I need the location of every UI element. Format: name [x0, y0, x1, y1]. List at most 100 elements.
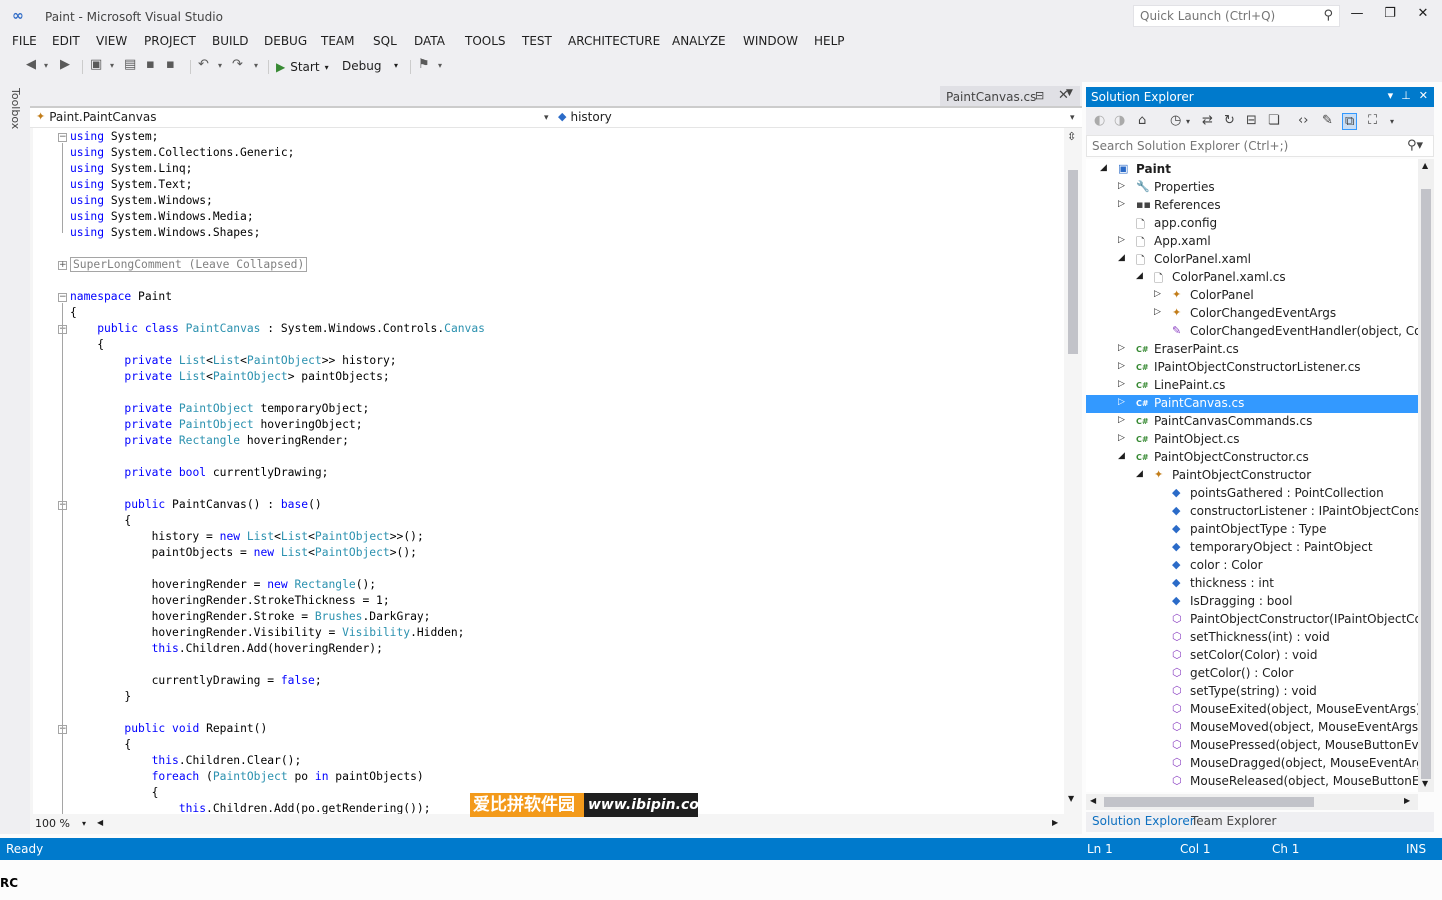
- tree-item[interactable]: ◆ constructorListener : IPaintObjectConst…: [1086, 503, 1418, 521]
- scroll-right-icon[interactable]: ▶: [1404, 796, 1410, 805]
- menu-file[interactable]: FILE: [12, 34, 37, 48]
- new-project-dropdown-icon[interactable]: ▾: [110, 61, 114, 81]
- collapsed-arrow-icon[interactable]: ▷: [1118, 397, 1125, 407]
- code-line[interactable]: {: [70, 514, 131, 530]
- collapsed-arrow-icon[interactable]: ▷: [1118, 379, 1125, 389]
- tree-item[interactable]: ▷ C# PaintObject.cs: [1086, 431, 1418, 449]
- collapsed-arrow-icon[interactable]: ▷: [1154, 289, 1161, 299]
- menu-team[interactable]: TEAM: [321, 34, 354, 48]
- tree-item[interactable]: ▷ ▪▪ References: [1086, 197, 1418, 215]
- collapsed-arrow-icon[interactable]: ▷: [1118, 433, 1125, 443]
- refresh-icon[interactable]: ↻: [1224, 113, 1235, 128]
- tree-item[interactable]: ◢ 🗋 ColorPanel.xaml: [1086, 251, 1418, 269]
- start-debugging-button[interactable]: ▶ Start ▾: [276, 57, 329, 77]
- collapsed-region[interactable]: SuperLongComment (Leave Collapsed): [70, 257, 308, 272]
- code-line[interactable]: public PaintCanvas() : base(): [70, 498, 321, 514]
- undo-dropdown-icon[interactable]: ▾: [218, 61, 222, 81]
- tree-item[interactable]: ◆ paintObjectType : Type: [1086, 521, 1418, 539]
- tree-item[interactable]: ⬡ setColor(Color) : void: [1086, 647, 1418, 665]
- back-icon[interactable]: ◐: [1094, 113, 1105, 128]
- code-line[interactable]: using System.Text;: [70, 178, 192, 194]
- collapsed-arrow-icon[interactable]: ▷: [1118, 199, 1125, 209]
- tree-item[interactable]: ⬡ PaintObjectConstructor(IPaintObjectCons…: [1086, 611, 1418, 629]
- tree-item[interactable]: ⬡ MouseMoved(object, MouseEventArgs) : vo: [1086, 719, 1418, 737]
- expanded-arrow-icon[interactable]: ◢: [1136, 271, 1143, 281]
- code-line[interactable]: {: [70, 738, 131, 754]
- editor-vertical-scrollbar[interactable]: ⇳ ▼: [1064, 128, 1082, 814]
- tree-item[interactable]: ▷ C# PaintCanvasCommands.cs: [1086, 413, 1418, 431]
- zoom-level[interactable]: 100 %: [35, 817, 70, 830]
- solution-explorer-search-input[interactable]: [1087, 136, 1387, 156]
- preview-selected-items-icon[interactable]: ⧉: [1342, 113, 1358, 130]
- tree-item[interactable]: ◢ ✦ PaintObjectConstructor: [1086, 467, 1418, 485]
- scroll-up-icon[interactable]: ▲: [1422, 161, 1428, 170]
- tree-item[interactable]: ▷ C# IPaintObjectConstructorListener.cs: [1086, 359, 1418, 377]
- collapse-region-icon[interactable]: −: [58, 293, 67, 302]
- scroll-left-icon[interactable]: ◀: [97, 818, 103, 827]
- save-icon[interactable]: ▪: [146, 57, 155, 77]
- window-position-dropdown-icon[interactable]: ▾: [1388, 89, 1394, 102]
- menu-build[interactable]: BUILD: [212, 34, 248, 48]
- tree-item[interactable]: ⬡ MouseDragged(object, MouseEventArgs) :: [1086, 755, 1418, 773]
- code-line[interactable]: private PaintObject hoveringObject;: [70, 418, 362, 434]
- code-line[interactable]: private List<List<PaintObject>> history;: [70, 354, 396, 370]
- code-line[interactable]: this.Children.Add(po.getRendering());: [70, 802, 431, 814]
- code-line[interactable]: private Rectangle hoveringRender;: [70, 434, 348, 450]
- menu-tools[interactable]: TOOLS: [465, 34, 506, 48]
- undo-icon[interactable]: ↶: [198, 57, 209, 77]
- close-icon[interactable]: ✕: [1419, 89, 1428, 102]
- redo-icon[interactable]: ↷: [232, 57, 243, 77]
- member-dropdown[interactable]: ◆ history: [558, 110, 1078, 124]
- chevron-down-icon[interactable]: ▾: [544, 113, 549, 123]
- code-line[interactable]: private bool currentlyDrawing;: [70, 466, 328, 482]
- tree-item[interactable]: ◆ temporaryObject : PaintObject: [1086, 539, 1418, 557]
- scroll-thumb[interactable]: [1068, 170, 1078, 354]
- expand-region-icon[interactable]: +: [58, 261, 67, 270]
- collapsed-arrow-icon[interactable]: ▷: [1118, 235, 1125, 245]
- code-line[interactable]: namespace Paint: [70, 290, 172, 306]
- tree-item[interactable]: ⬡ setType(string) : void: [1086, 683, 1418, 701]
- filter-dropdown-icon[interactable]: ▾: [1186, 117, 1190, 126]
- code-line[interactable]: public class PaintCanvas : System.Window…: [70, 322, 485, 338]
- tree-item[interactable]: ◆ pointsGathered : PointCollection: [1086, 485, 1418, 503]
- menu-analyze[interactable]: ANALYZE: [672, 34, 726, 48]
- navigate-back-icon[interactable]: ◀: [26, 57, 36, 77]
- tree-item[interactable]: ◢ C# PaintObjectConstructor.cs: [1086, 449, 1418, 467]
- solution-tree-vertical-scrollbar[interactable]: ▲ ▼: [1418, 159, 1434, 792]
- minimize-button[interactable]: —: [1346, 6, 1368, 26]
- code-line[interactable]: private PaintObject temporaryObject;: [70, 402, 369, 418]
- code-line[interactable]: history = new List<List<PaintObject>>();: [70, 530, 424, 546]
- tree-item[interactable]: ◢ 🗋 ColorPanel.xaml.cs: [1086, 269, 1418, 287]
- collapse-all-icon[interactable]: ⊟: [1246, 113, 1257, 128]
- quick-launch-input[interactable]: [1134, 6, 1304, 26]
- home-icon[interactable]: ⌂: [1138, 113, 1146, 128]
- scroll-left-icon[interactable]: ◀: [1090, 796, 1096, 805]
- chevron-down-icon[interactable]: ▾: [1070, 113, 1075, 123]
- tree-item[interactable]: ⬡ MousePressed(object, MouseButtonEventA: [1086, 737, 1418, 755]
- toolbar-options-icon[interactable]: ▾: [1390, 117, 1394, 126]
- code-line[interactable]: foreach (PaintObject po in paintObjects): [70, 770, 424, 786]
- tab-team-explorer[interactable]: Team Explorer: [1191, 814, 1277, 828]
- tree-item[interactable]: ◆ color : Color: [1086, 557, 1418, 575]
- menu-test[interactable]: TEST: [522, 34, 552, 48]
- scroll-down-icon[interactable]: ▼: [1068, 794, 1074, 803]
- collapsed-arrow-icon[interactable]: ▷: [1154, 307, 1161, 317]
- tree-item[interactable]: ▷ C# EraserPaint.cs: [1086, 341, 1418, 359]
- tab-list-dropdown-icon[interactable]: ▼: [1066, 88, 1073, 98]
- tree-item[interactable]: 🗋 app.config: [1086, 215, 1418, 233]
- save-all-icon[interactable]: ▪: [166, 57, 175, 77]
- search-icon[interactable]: ⚲▾: [1407, 138, 1423, 153]
- search-icon[interactable]: ⚲: [1323, 8, 1333, 23]
- solution-configuration-select[interactable]: Debug ▾: [338, 57, 406, 77]
- show-all-files-icon[interactable]: ❏: [1268, 113, 1280, 128]
- view-code-icon[interactable]: ‹›: [1298, 113, 1308, 128]
- code-line[interactable]: using System.Collections.Generic;: [70, 146, 294, 162]
- tree-item[interactable]: ▷ 🔧 Properties: [1086, 179, 1418, 197]
- code-line[interactable]: using System.Windows.Shapes;: [70, 226, 260, 242]
- pending-changes-filter-icon[interactable]: ◷: [1170, 113, 1181, 128]
- menu-project[interactable]: PROJECT: [144, 34, 196, 48]
- expanded-arrow-icon[interactable]: ◢: [1118, 253, 1125, 263]
- tree-item[interactable]: ⬡ MouseReleased(object, MouseButtonEvent: [1086, 773, 1418, 791]
- tree-item[interactable]: ◆ thickness : int: [1086, 575, 1418, 593]
- forward-icon[interactable]: ◑: [1114, 113, 1125, 128]
